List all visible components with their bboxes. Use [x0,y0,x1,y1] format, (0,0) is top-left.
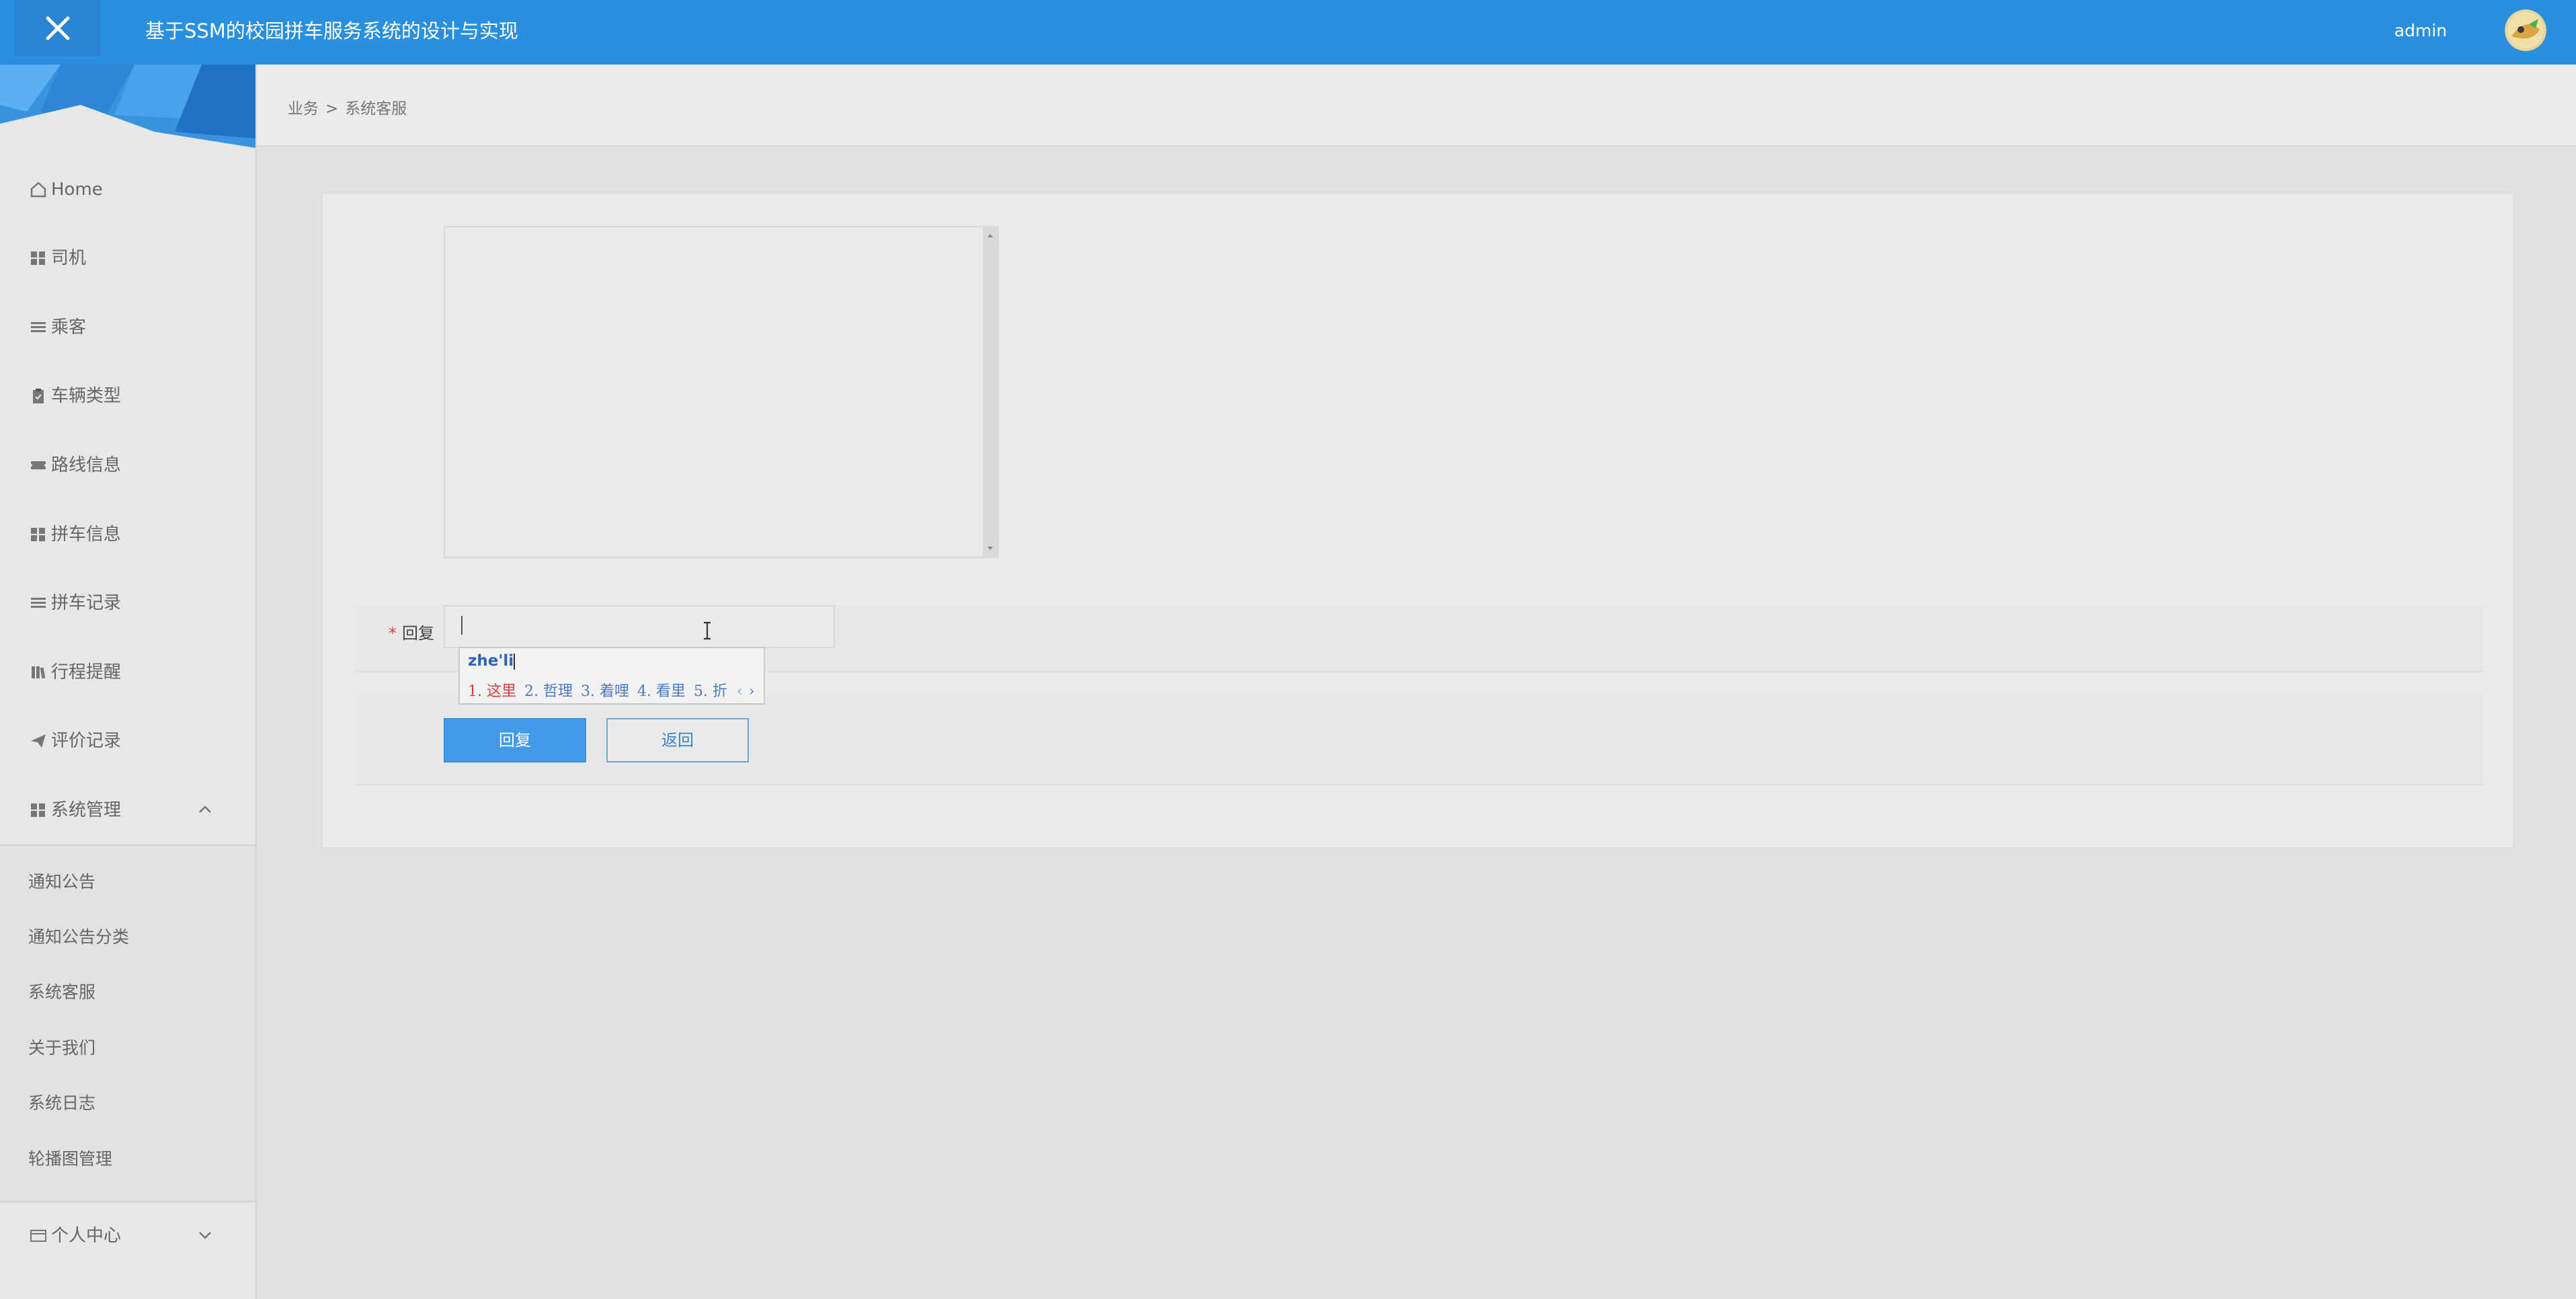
sidebar-item-carpool-record[interactable]: 拼车记录 [30,583,238,623]
reply-form-card: * 回复 回复 返回 [321,192,2514,849]
sidebar-item-label: 车辆类型 [51,386,122,406]
content-header: 业务 > 系统客服 [257,65,2576,147]
sidebar-item-personal-center[interactable]: 个人中心 [30,1216,238,1256]
system-management-submenu: 通知公告 通知公告分类 系统客服 关于我们 系统日志 轮播图管理 [0,844,255,1202]
sidebar-item-trip-reminder[interactable]: 行程提醒 [30,652,238,693]
book-icon [32,666,46,679]
send-icon [31,734,46,748]
ime-candidate[interactable]: 4. 看里 [637,683,686,700]
sidebar-item-driver[interactable]: 司机 [30,238,238,278]
ime-candidate[interactable]: 3. 着哩 [581,683,629,700]
grid-icon [31,803,45,817]
message-content-area[interactable] [444,226,999,558]
ime-composition-text: zhe'li [468,652,514,670]
sidebar-item-route-info[interactable]: 路线信息 [30,445,238,485]
submenu-item-customer-service[interactable]: 系统客服 [28,974,95,1011]
sidebar-item-label: 乘客 [51,317,87,338]
grid-icon [31,251,45,265]
submenu-item-notice-category[interactable]: 通知公告分类 [28,918,129,956]
scroll-up-icon[interactable] [983,230,998,241]
sidebar-banner-graphic [0,65,255,148]
avatar-image [2505,9,2546,51]
submenu-item-system-log[interactable]: 系统日志 [28,1085,95,1122]
ime-cursor [514,653,516,670]
breadcrumb-current: 系统客服 [345,100,407,118]
ime-composition: zhe'li [468,652,516,670]
ticket-icon [31,461,46,469]
user-name[interactable]: admin [2394,0,2447,62]
sidebar-item-passenger[interactable]: 乘客 [30,307,238,348]
sidebar-item-system-management[interactable]: 系统管理 [30,790,238,830]
sidebar-item-label: 路线信息 [51,455,122,475]
chevron-up-icon [199,805,211,813]
reply-submit-button[interactable]: 回复 [444,718,586,762]
top-bar: 基于SSM的校园拼车服务系统的设计与实现 admin [0,0,2576,65]
text-caret [461,616,462,635]
ime-candidate-list: 1. 这里 2. 哲理 3. 着哩 4. 看里 5. 折 ‹ › [468,679,755,701]
submenu-item-carousel-management[interactable]: 轮播图管理 [28,1140,112,1178]
ime-candidate[interactable]: 2. 哲理 [524,683,573,700]
sidebar-item-label: 系统管理 [51,800,122,820]
sidebar-item-home[interactable]: Home [30,169,238,210]
sidebar-item-vehicle-type[interactable]: 车辆类型 [30,376,238,416]
reply-label-text: 回复 [402,624,434,643]
sidebar-item-review-record[interactable]: 评价记录 [30,721,238,761]
breadcrumb-separator: > [325,100,339,118]
sidebar: Home 司机 乘客 车辆类型 路线信息 拼车信息 拼车记录 行程提醒 评价记录… [0,65,257,1299]
sidebar-item-label: 拼车记录 [51,593,122,613]
scrollbar[interactable] [983,227,998,557]
reply-label: * 回复 [389,620,434,643]
sidebar-item-label: 行程提醒 [51,662,122,682]
home-icon [30,182,46,198]
sidebar-item-label: 拼车信息 [51,524,122,545]
reply-input[interactable] [444,605,835,648]
card-icon [30,1230,46,1242]
submenu-item-about-us[interactable]: 关于我们 [28,1029,95,1067]
button-row: 回复 返回 [355,694,2483,785]
ime-next-page-icon[interactable]: › [749,683,755,700]
ime-prev-page-icon[interactable]: ‹ [737,683,743,700]
close-icon [46,16,70,40]
sidebar-item-label: 司机 [51,248,87,268]
app-title: 基于SSM的校园拼车服务系统的设计与实现 [145,19,518,42]
breadcrumb: 业务 > 系统客服 [288,95,413,118]
list-icon [31,322,46,332]
back-button[interactable]: 返回 [606,718,749,762]
ime-candidate[interactable]: 5. 折 [694,683,727,700]
list-icon [31,598,46,608]
sidebar-item-label: Home [51,180,103,200]
grid-icon [31,528,45,541]
ime-candidate-popup: zhe'li 1. 这里 2. 哲理 3. 着哩 4. 看里 5. 折 ‹ › [458,647,765,705]
text-cursor-icon [704,621,711,640]
sidebar-item-label: 个人中心 [51,1226,122,1246]
required-mark: * [389,624,397,643]
chevron-down-icon [199,1232,211,1239]
avatar[interactable] [2505,9,2546,51]
clipboard-icon [33,389,44,403]
sidebar-item-carpool-info[interactable]: 拼车信息 [30,514,238,555]
ime-candidate[interactable]: 1. 这里 [468,683,516,700]
submenu-item-notice[interactable]: 通知公告 [28,863,95,901]
sidebar-item-label: 评价记录 [51,731,122,751]
scroll-down-icon[interactable] [983,543,998,554]
breadcrumb-root[interactable]: 业务 [288,100,319,118]
close-sidebar-button[interactable] [15,0,101,56]
